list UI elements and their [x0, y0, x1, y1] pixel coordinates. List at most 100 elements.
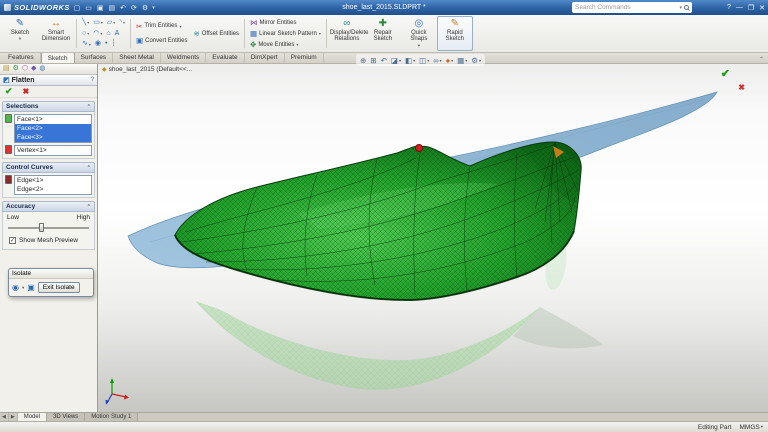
close-button[interactable]: ✕: [759, 4, 765, 12]
propertymanager-tab-icon[interactable]: ⚙: [13, 65, 19, 73]
point-tool-button[interactable]: •: [105, 40, 107, 48]
list-item-vertex1[interactable]: Vertex<1>: [15, 146, 91, 155]
quickbar-caret-icon[interactable]: ▾: [152, 5, 155, 11]
previous-view-button[interactable]: ↶: [381, 56, 387, 65]
show-mesh-preview-checkbox[interactable]: ✓ Show Mesh Preview: [9, 237, 88, 244]
tab-weldments[interactable]: Weldments: [161, 53, 206, 63]
accuracy-group-header[interactable]: Accuracy ⌃: [2, 201, 95, 212]
rebuild-icon[interactable]: ⟳: [130, 4, 138, 12]
tab-dimxpert[interactable]: DimXpert: [245, 53, 285, 63]
edit-appearance-button[interactable]: ●▾: [446, 56, 454, 65]
display-style-button[interactable]: ◫▾: [419, 56, 429, 65]
repair-sketch-button[interactable]: ✚ Repair Sketch: [365, 16, 401, 51]
view-orientation-button[interactable]: ◧▾: [405, 56, 415, 65]
trim-entities-button[interactable]: ✂ Trim Entities ▾: [136, 22, 187, 31]
dimxpertmanager-tab-icon[interactable]: ◆: [31, 65, 36, 73]
slot-tool-button[interactable]: ▱▾: [107, 19, 115, 27]
tab-surfaces[interactable]: Surfaces: [75, 53, 114, 63]
configurationmanager-tab-icon[interactable]: ⬡: [22, 65, 28, 73]
save-icon[interactable]: ▣: [96, 4, 105, 12]
tab-3d-views[interactable]: 3D Views: [47, 413, 85, 421]
search-input[interactable]: [575, 4, 677, 11]
search-icon[interactable]: [684, 5, 689, 10]
tab-motion-study-1[interactable]: Motion Study 1: [85, 413, 138, 421]
zoom-area-button[interactable]: ⊞: [370, 56, 376, 65]
tab-premium[interactable]: Premium: [285, 53, 324, 63]
ok-button[interactable]: ✔: [5, 86, 13, 97]
tab-evaluate[interactable]: Evaluate: [206, 53, 244, 63]
tab-sketch[interactable]: Sketch: [41, 52, 75, 63]
offset-entities-button[interactable]: ≋ Offset Entities: [193, 29, 239, 38]
print-icon[interactable]: ▤: [108, 4, 117, 12]
cancel-button[interactable]: ✖: [23, 87, 30, 96]
ellipse-tool-button[interactable]: ◉: [95, 40, 101, 48]
selections-group-header[interactable]: Selections ⌃: [2, 101, 95, 112]
maximize-button[interactable]: ❐: [748, 4, 754, 12]
quick-snaps-button[interactable]: ◎ Quick Snaps ▾: [401, 16, 437, 51]
mirror-entities-button[interactable]: ⋈ Mirror Entities: [250, 18, 321, 27]
zoom-fit-button[interactable]: ⊕: [360, 56, 366, 65]
undo-icon[interactable]: ↶: [119, 4, 127, 12]
vertex-marker[interactable]: [416, 145, 423, 152]
move-entities-button[interactable]: ✥ Move Entities ▾: [250, 40, 321, 49]
smart-dimension-button[interactable]: ↔ Smart Dimension: [38, 16, 74, 51]
confirm-ok-button[interactable]: ✔: [721, 67, 730, 80]
tab-scroll-right-icon[interactable]: ▶: [9, 413, 18, 421]
view-settings-button[interactable]: ⚙▾: [471, 56, 481, 65]
tab-sheet-metal[interactable]: Sheet Metal: [113, 53, 161, 63]
pm-help-icon[interactable]: ?: [91, 77, 94, 83]
displaymanager-tab-icon[interactable]: ◍: [39, 65, 45, 73]
slider-thumb[interactable]: [39, 223, 44, 232]
exit-isolate-button[interactable]: Exit Isolate: [38, 282, 80, 293]
display-delete-relations-button[interactable]: ∞ Display/Delete Relations: [329, 16, 365, 51]
list-item-face2[interactable]: Face<2>: [15, 124, 91, 133]
accuracy-slider[interactable]: [8, 223, 89, 232]
polygon-tool-button[interactable]: ⌂: [106, 30, 110, 38]
confirm-cancel-button[interactable]: ✖: [738, 83, 745, 92]
search-box[interactable]: ▾: [572, 2, 692, 13]
tab-scroll-left-icon[interactable]: ◀: [0, 413, 9, 421]
linear-sketch-pattern-button[interactable]: ▦ Linear Sketch Pattern ▾: [250, 29, 321, 38]
open-file-icon[interactable]: ▭: [84, 4, 93, 12]
minimize-button[interactable]: —: [736, 4, 743, 11]
graphics-area[interactable]: ◆ shoe_last_2015 (Default<<...: [98, 64, 768, 412]
centerline-tool-button[interactable]: ┆: [111, 40, 115, 48]
rectangle-tool-button[interactable]: ▭▾: [93, 19, 103, 27]
convert-entities-button[interactable]: ▣ Convert Entities: [136, 36, 187, 45]
new-file-icon[interactable]: ▢: [73, 4, 82, 12]
faces-selection-list[interactable]: Face<1> Face<2> Face<3>: [14, 114, 92, 143]
search-caret-icon[interactable]: ▾: [679, 5, 682, 11]
hide-show-items-button[interactable]: ∞▾: [433, 56, 441, 65]
featuremanager-tab-icon[interactable]: ▤: [3, 65, 10, 73]
sketch-tool-button[interactable]: ✎ Sketch ▾: [2, 16, 38, 51]
circle-tool-button[interactable]: ○▾: [82, 30, 89, 38]
edges-selection-list[interactable]: Edge<1> Edge<2>: [14, 175, 92, 195]
isolate-visibility-icon[interactable]: ◉: [12, 283, 19, 292]
save-isolate-icon[interactable]: ▣: [27, 283, 35, 292]
help-button[interactable]: ?: [727, 4, 731, 11]
line-tool-button[interactable]: ╲▾: [82, 19, 89, 27]
units-selector[interactable]: MMGS ▾: [740, 424, 764, 431]
vertex-selection-list[interactable]: Vertex<1>: [14, 145, 92, 156]
list-item-edge2[interactable]: Edge<2>: [15, 185, 91, 194]
breadcrumb[interactable]: ◆ shoe_last_2015 (Default<<...: [102, 66, 192, 73]
graphics-viewport-svg[interactable]: [98, 64, 768, 412]
list-item-face3[interactable]: Face<3>: [15, 133, 91, 142]
shoe-last-mesh[interactable]: [175, 142, 581, 300]
orientation-triad[interactable]: [106, 378, 130, 405]
control-curves-group-header[interactable]: Control Curves ⌃: [2, 162, 95, 173]
ribbon-pin-icon[interactable]: ⌃: [759, 56, 764, 63]
rapid-sketch-button[interactable]: ✎ Rapid Sketch: [437, 16, 473, 51]
tab-model[interactable]: Model: [18, 413, 47, 421]
list-item-edge1[interactable]: Edge<1>: [15, 176, 91, 185]
fillet-tool-button[interactable]: ◝▾: [119, 19, 125, 27]
list-item-face1[interactable]: Face<1>: [15, 115, 91, 124]
apply-scene-button[interactable]: ▦▾: [457, 56, 467, 65]
options-icon[interactable]: ⚙: [141, 4, 149, 12]
spline-tool-button[interactable]: ∿▾: [82, 40, 91, 48]
dropdown-caret-icon[interactable]: ▾: [22, 285, 24, 291]
arc-tool-button[interactable]: ◠▾: [93, 30, 102, 38]
sketch-text-tool-button[interactable]: A: [115, 30, 120, 38]
tab-features[interactable]: Features: [2, 53, 41, 63]
section-view-button[interactable]: ◪▾: [391, 56, 401, 65]
